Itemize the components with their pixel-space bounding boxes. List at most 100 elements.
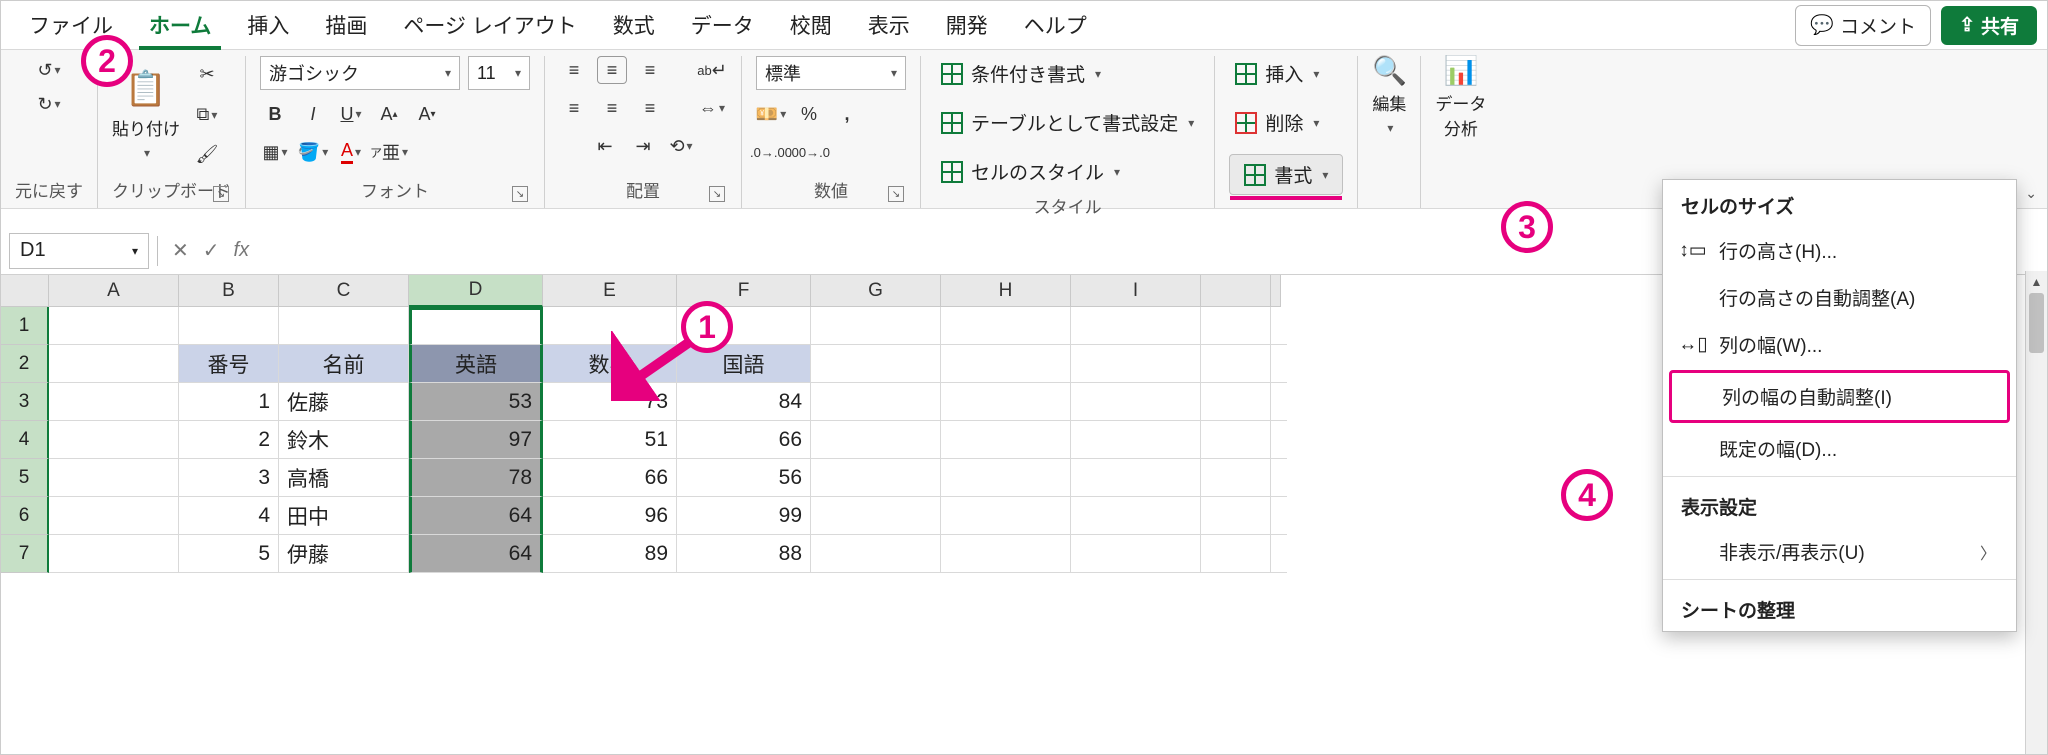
row-header-4[interactable]: 4: [1, 421, 49, 459]
select-all-corner[interactable]: [1, 275, 49, 307]
cell[interactable]: 66: [677, 421, 811, 459]
cell[interactable]: [1201, 421, 1271, 459]
cut-button[interactable]: ✂: [192, 61, 222, 89]
cell[interactable]: 1: [179, 383, 279, 421]
row-header-6[interactable]: 6: [1, 497, 49, 535]
format-painter-button[interactable]: 🖌: [192, 141, 222, 169]
cell[interactable]: [811, 345, 941, 383]
cell[interactable]: [49, 535, 179, 573]
tab-home[interactable]: ホーム: [131, 2, 229, 48]
col-header-d[interactable]: D: [409, 275, 543, 307]
phonetic-button[interactable]: ア亜▾: [374, 138, 404, 166]
cell[interactable]: [1201, 345, 1271, 383]
cell[interactable]: 佐藤: [279, 383, 409, 421]
cell[interactable]: 5: [179, 535, 279, 573]
decrease-font-button[interactable]: A▾: [412, 100, 442, 128]
cell[interactable]: 高橋: [279, 459, 409, 497]
paste-button[interactable]: 📋 貼り付け ▾: [112, 69, 180, 160]
align-left-button[interactable]: ≡: [559, 94, 589, 122]
alignment-launcher[interactable]: ↘: [709, 186, 725, 202]
cell[interactable]: [941, 459, 1071, 497]
cell-styles-button[interactable]: セルのスタイル▾: [935, 154, 1126, 189]
wrap-text-button[interactable]: ab↵: [697, 56, 727, 84]
fill-color-button[interactable]: 🪣▾: [298, 138, 328, 166]
percent-button[interactable]: %: [794, 100, 824, 128]
conditional-formatting-button[interactable]: 条件付き書式▾: [935, 56, 1107, 91]
cell[interactable]: 97: [409, 421, 543, 459]
cell[interactable]: 名前: [279, 345, 409, 383]
decrease-indent-button[interactable]: ⇤: [590, 132, 620, 160]
tab-developer[interactable]: 開発: [928, 2, 1006, 48]
col-header-a[interactable]: A: [49, 275, 179, 307]
align-top-button[interactable]: ≡: [559, 56, 589, 84]
tab-review[interactable]: 校閲: [772, 2, 850, 48]
format-cells-button[interactable]: 書式▾: [1229, 154, 1343, 195]
cell[interactable]: 53: [409, 383, 543, 421]
col-header-c[interactable]: C: [279, 275, 409, 307]
cell[interactable]: 96: [543, 497, 677, 535]
cell[interactable]: 89: [543, 535, 677, 573]
cell[interactable]: [811, 535, 941, 573]
tab-draw[interactable]: 描画: [307, 2, 385, 48]
cell[interactable]: [1201, 307, 1271, 345]
cancel-formula-button[interactable]: ✕: [172, 238, 189, 263]
cell[interactable]: 66: [543, 459, 677, 497]
cell[interactable]: 3: [179, 459, 279, 497]
cell[interactable]: [1071, 535, 1201, 573]
find-select-button[interactable]: 🔍: [1374, 56, 1404, 84]
row-header-3[interactable]: 3: [1, 383, 49, 421]
cell[interactable]: [49, 421, 179, 459]
cell[interactable]: [1071, 421, 1201, 459]
cell[interactable]: [1201, 497, 1271, 535]
align-bottom-button[interactable]: ≡: [635, 56, 665, 84]
cell[interactable]: 78: [409, 459, 543, 497]
comma-button[interactable]: ,: [832, 100, 862, 128]
cell[interactable]: 英語: [409, 345, 543, 383]
cell[interactable]: [1201, 459, 1271, 497]
cell[interactable]: [49, 459, 179, 497]
col-header-b[interactable]: B: [179, 275, 279, 307]
cell[interactable]: [1071, 307, 1201, 345]
scroll-up-button[interactable]: ▲: [2026, 271, 2047, 293]
col-header-g[interactable]: G: [811, 275, 941, 307]
cell[interactable]: [1071, 383, 1201, 421]
cell[interactable]: 2: [179, 421, 279, 459]
row-header-5[interactable]: 5: [1, 459, 49, 497]
align-middle-button[interactable]: ≡: [597, 56, 627, 84]
tab-help[interactable]: ヘルプ: [1006, 2, 1105, 48]
delete-cells-button[interactable]: 削除▾: [1229, 105, 1325, 140]
cell[interactable]: [179, 307, 279, 345]
redo-button[interactable]: ↻▾: [34, 90, 64, 118]
number-launcher[interactable]: ↘: [888, 186, 904, 202]
cell[interactable]: [811, 383, 941, 421]
menu-autofit-column-width[interactable]: 列の幅の自動調整(I): [1669, 370, 2010, 423]
analyze-data-button[interactable]: 📊: [1446, 56, 1476, 84]
cell[interactable]: [941, 383, 1071, 421]
orientation-button[interactable]: ⟲▾: [666, 132, 696, 160]
borders-button[interactable]: ▦▾: [260, 138, 290, 166]
col-header-e[interactable]: E: [543, 275, 677, 307]
cell[interactable]: 64: [409, 497, 543, 535]
font-color-button[interactable]: A▾: [336, 138, 366, 166]
cell[interactable]: 51: [543, 421, 677, 459]
col-header-i[interactable]: I: [1071, 275, 1201, 307]
cell[interactable]: [49, 383, 179, 421]
col-header-blank[interactable]: [1201, 275, 1271, 307]
menu-row-height[interactable]: ↕▭ 行の高さ(H)...: [1663, 227, 2016, 274]
tab-data[interactable]: データ: [673, 2, 772, 48]
scroll-thumb[interactable]: [2029, 293, 2044, 353]
copy-button[interactable]: ⧉▾: [192, 101, 222, 129]
cell[interactable]: [49, 307, 179, 345]
cell[interactable]: [941, 535, 1071, 573]
name-box[interactable]: D1▾: [9, 233, 149, 269]
share-button[interactable]: ⇪共有: [1941, 6, 2037, 45]
cell-d1-active[interactable]: [409, 307, 543, 345]
enter-formula-button[interactable]: ✓: [203, 238, 220, 263]
cell[interactable]: [1201, 535, 1271, 573]
cell[interactable]: [811, 421, 941, 459]
cell[interactable]: [811, 459, 941, 497]
increase-font-button[interactable]: A▴: [374, 100, 404, 128]
row-header-2[interactable]: 2: [1, 345, 49, 383]
undo-button[interactable]: ↺▾: [34, 56, 64, 84]
comments-button[interactable]: 💬コメント: [1795, 5, 1931, 46]
